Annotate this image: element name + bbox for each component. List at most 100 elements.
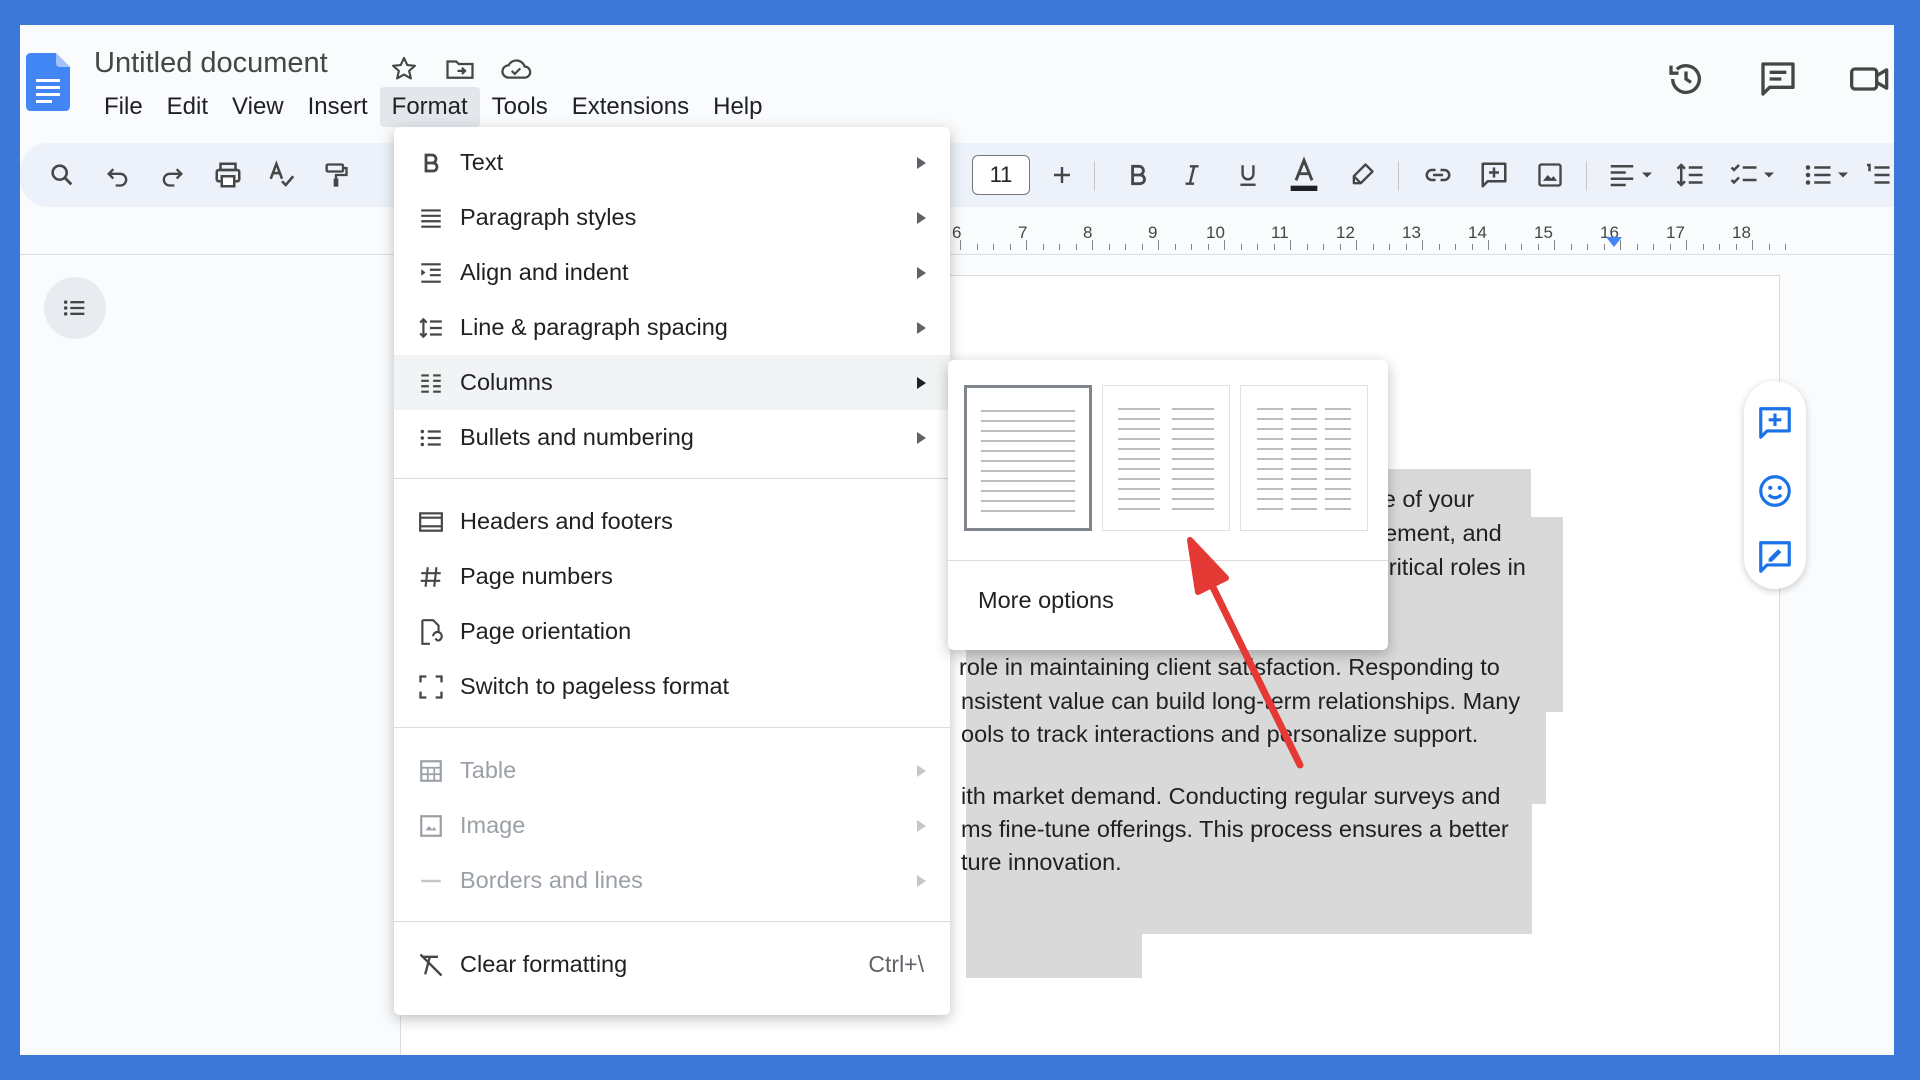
ruler[interactable]: 6 7 8 9 10 11 12 13 14 15 16 17 18 — [20, 215, 1894, 255]
checklist-dropdown-icon[interactable] — [1722, 153, 1786, 197]
print-icon[interactable] — [206, 153, 250, 197]
italic-icon[interactable] — [1170, 153, 1214, 197]
document-text-line: critical roles in — [1377, 554, 1526, 580]
menu-extensions[interactable]: Extensions — [560, 87, 701, 127]
hash-icon — [414, 560, 448, 594]
bold-b-icon — [414, 146, 448, 180]
add-comment-icon[interactable] — [1755, 403, 1795, 443]
menu-edit[interactable]: Edit — [155, 87, 220, 127]
menu-item-table: Table — [394, 743, 950, 798]
insert-image-icon[interactable] — [1528, 153, 1572, 197]
align-dropdown-icon[interactable] — [1600, 153, 1664, 197]
document-text-line: ms fine-tune offerings. This process ens… — [961, 816, 1509, 842]
menu-tools[interactable]: Tools — [480, 87, 560, 127]
menu-format[interactable]: Format — [379, 87, 480, 127]
highlight-color-icon[interactable] — [1340, 153, 1384, 197]
underline-icon[interactable] — [1226, 153, 1270, 197]
bulleted-list-icon — [414, 421, 448, 455]
comments-icon[interactable] — [1754, 55, 1802, 103]
cloud-saved-icon[interactable] — [498, 51, 534, 87]
version-history-icon[interactable] — [1662, 55, 1710, 103]
one-column-option[interactable] — [964, 385, 1092, 531]
menu-view[interactable]: View — [220, 87, 296, 127]
line-spacing-icon[interactable] — [1668, 153, 1712, 197]
increase-font-size-icon[interactable] — [1040, 153, 1084, 197]
submenu-arrow-icon — [917, 764, 926, 777]
docs-logo-icon[interactable] — [26, 53, 70, 111]
numbered-list-icon[interactable] — [1862, 153, 1892, 197]
paint-format-icon[interactable] — [314, 153, 358, 197]
document-text-line: nsistent value can build long-term relat… — [961, 688, 1521, 714]
document-text-line: ith market demand. Conducting regular su… — [961, 783, 1501, 809]
menu-item-line-spacing[interactable]: Line & paragraph spacing — [394, 300, 950, 355]
menu-bar: File Edit View Insert Format Tools Exten… — [92, 87, 774, 127]
spellcheck-icon[interactable] — [260, 153, 304, 197]
menu-item-headers-footers[interactable]: Headers and footers — [394, 494, 950, 549]
document-text-line: ture innovation. — [961, 849, 1122, 875]
insert-link-icon[interactable] — [1416, 153, 1460, 197]
submenu-arrow-icon — [917, 266, 926, 279]
emoji-reaction-icon[interactable] — [1755, 471, 1795, 511]
text-color-icon[interactable] — [1282, 153, 1326, 197]
submenu-arrow-icon — [917, 874, 926, 887]
submenu-arrow-icon — [917, 376, 926, 389]
document-text-line: gement, and — [1371, 520, 1502, 546]
indent-icon — [414, 256, 448, 290]
menu-item-borders-lines: Borders and lines — [394, 853, 950, 908]
menu-file[interactable]: File — [92, 87, 155, 127]
table-icon — [414, 754, 448, 788]
outline-list-icon — [63, 300, 85, 316]
submenu-arrow-icon — [917, 431, 926, 444]
menu-item-align-indent[interactable]: Align and indent — [394, 245, 950, 300]
bulleted-list-dropdown-icon[interactable] — [1796, 153, 1860, 197]
menu-item-image: Image — [394, 798, 950, 853]
suggest-edits-icon[interactable] — [1755, 537, 1795, 577]
columns-submenu: More options — [948, 360, 1388, 650]
document-outline-button[interactable] — [44, 277, 106, 339]
app-window: Untitled document File Edit View Insert … — [20, 25, 1894, 1055]
shortcut-label: Ctrl+\ — [868, 951, 924, 977]
menu-item-columns[interactable]: Columns — [394, 355, 950, 410]
document-title[interactable]: Untitled document — [94, 47, 328, 80]
toolbar: 11 — [20, 143, 1894, 207]
menu-item-pageless[interactable]: Switch to pageless format — [394, 659, 950, 714]
redo-icon[interactable] — [150, 153, 194, 197]
meet-video-icon[interactable] — [1846, 55, 1894, 103]
star-icon[interactable] — [386, 51, 422, 87]
format-menu: Text Paragraph styles Align and indent L… — [394, 127, 950, 1015]
menu-item-page-numbers[interactable]: Page numbers — [394, 549, 950, 604]
menu-item-clear-formatting[interactable]: Clear formatting Ctrl+\ — [394, 937, 950, 992]
submenu-arrow-icon — [917, 156, 926, 169]
header-footer-icon — [414, 505, 448, 539]
font-size-input[interactable]: 11 — [972, 155, 1030, 195]
menu-item-page-orientation[interactable]: Page orientation — [394, 604, 950, 659]
pageless-icon — [414, 670, 448, 704]
indent-marker[interactable] — [1606, 237, 1622, 247]
menu-item-bullets-numbering[interactable]: Bullets and numbering — [394, 410, 950, 465]
search-icon[interactable] — [40, 153, 84, 197]
undo-icon[interactable] — [96, 153, 140, 197]
line-spacing-icon — [414, 311, 448, 345]
menu-item-paragraph-styles[interactable]: Paragraph styles — [394, 190, 950, 245]
bold-icon[interactable] — [1116, 153, 1160, 197]
three-columns-option[interactable] — [1240, 385, 1368, 531]
two-columns-option[interactable] — [1102, 385, 1230, 531]
menu-item-text[interactable]: Text — [394, 135, 950, 190]
columns-icon — [414, 366, 448, 400]
add-comment-icon[interactable] — [1472, 153, 1516, 197]
submenu-arrow-icon — [917, 819, 926, 832]
submenu-arrow-icon — [917, 211, 926, 224]
more-options-item[interactable]: More options — [978, 587, 1114, 614]
paragraph-lines-icon — [414, 201, 448, 235]
submenu-arrow-icon — [917, 321, 926, 334]
move-folder-icon[interactable] — [442, 51, 478, 87]
image-icon — [414, 809, 448, 843]
document-text-line: role in maintaining client satisfaction.… — [959, 654, 1500, 680]
border-line-icon — [414, 864, 448, 898]
document-text-line: ools to track interactions and personali… — [961, 721, 1479, 747]
menu-help[interactable]: Help — [701, 87, 774, 127]
side-action-panel — [1744, 381, 1806, 589]
menu-insert[interactable]: Insert — [296, 87, 380, 127]
page-orientation-icon — [414, 615, 448, 649]
clear-format-icon — [414, 948, 448, 982]
